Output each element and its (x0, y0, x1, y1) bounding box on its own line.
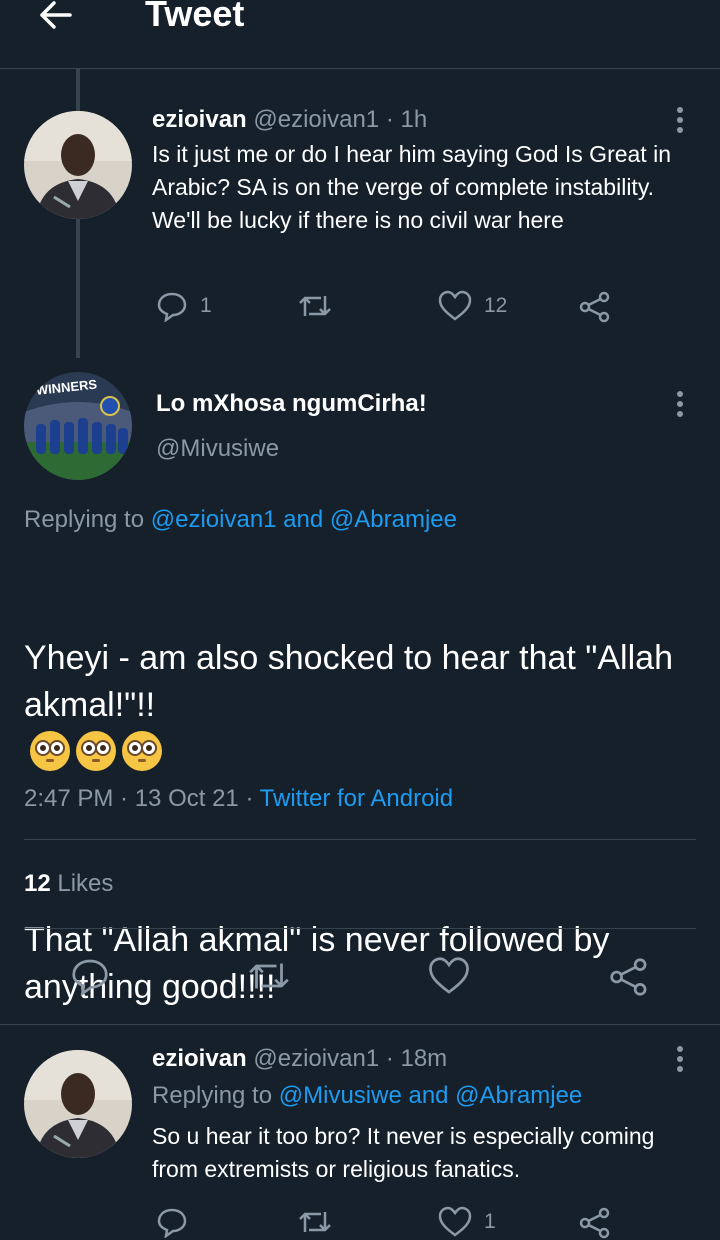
like-button[interactable]: 1 (438, 1206, 496, 1238)
thread-line (76, 218, 80, 358)
share-button[interactable] (578, 1206, 612, 1240)
tweet-text: So u hear it too bro? It never is especi… (152, 1123, 655, 1182)
display-name[interactable]: Lo mXhosa ngumCirha! (156, 388, 427, 420)
tweet-text: Is it just me or do I hear him saying Go… (152, 141, 671, 233)
share-button[interactable] (578, 290, 612, 324)
likes-stat[interactable]: 12 Likes (24, 868, 113, 900)
avatar[interactable] (24, 1050, 132, 1158)
user-handle[interactable]: @ezioivan1 (253, 1045, 379, 1072)
replying-to-links[interactable]: @ezioivan1 and @Abramjee (151, 506, 457, 533)
tweet-source[interactable]: Twitter for Android (260, 785, 453, 812)
replying-to: Replying to @ezioivan1 and @Abramjee (24, 504, 457, 536)
retweet-icon (299, 296, 331, 316)
divider (24, 928, 696, 929)
like-count: 12 (484, 294, 508, 317)
replying-to: Replying to @Mivusiwe and @Abramjee (152, 1081, 582, 1111)
retweet-icon (249, 963, 289, 989)
reply-button[interactable] (70, 956, 110, 996)
like-icon (438, 290, 472, 321)
reply-icon (72, 959, 108, 996)
flushed-face-emoji (122, 731, 162, 771)
back-arrow-icon[interactable] (36, 0, 76, 30)
page-title: Tweet (145, 0, 245, 34)
more-icon[interactable] (674, 1046, 686, 1074)
reply-count: 1 (200, 294, 212, 317)
like-count: 1 (484, 1210, 496, 1233)
more-icon[interactable] (674, 107, 686, 135)
replying-prefix: Replying to (152, 1082, 273, 1109)
reply-icon (157, 292, 187, 322)
share-icon (579, 1207, 610, 1239)
thread-line (76, 69, 80, 111)
flushed-face-emoji (76, 731, 116, 771)
tweet-header: ezioivan @ezioivan1 · 1h (152, 105, 427, 135)
tweet-text-line1: Yheyi - am also shocked to hear that "Al… (24, 639, 673, 724)
share-icon (579, 291, 610, 323)
retweet-button[interactable] (298, 290, 332, 322)
tweet-time: · 1h (385, 106, 428, 133)
avatar[interactable]: WINNERS (24, 372, 132, 480)
retweet-button[interactable] (247, 956, 291, 996)
display-name[interactable]: ezioivan (152, 106, 247, 133)
more-icon[interactable] (674, 391, 686, 419)
tweet-text-line2: That "Allah akmal" is never followed by … (24, 921, 610, 1006)
retweet-button[interactable] (298, 1206, 332, 1238)
header-bar: Tweet (0, 0, 720, 69)
display-name[interactable]: ezioivan (152, 1045, 247, 1072)
divider (24, 839, 696, 840)
reply-button[interactable] (156, 1206, 188, 1238)
tweet-meta: 2:47 PM · 13 Oct 21 · Twitter for Androi… (24, 782, 453, 816)
share-icon (610, 958, 647, 996)
tweet-time: · 18m (385, 1045, 448, 1072)
user-handle[interactable]: @ezioivan1 (253, 106, 379, 133)
avatar[interactable] (24, 111, 132, 219)
like-icon (429, 957, 469, 994)
share-button[interactable] (608, 956, 650, 998)
replying-to-links[interactable]: @Mivusiwe and @Abramjee (279, 1082, 583, 1109)
like-icon (438, 1206, 472, 1237)
retweet-icon (299, 1212, 331, 1232)
divider (0, 1024, 720, 1025)
tweet-header: ezioivan @ezioivan1 · 18m (152, 1044, 447, 1074)
likes-label: Likes (57, 870, 114, 897)
user-handle[interactable]: @Mivusiwe (156, 433, 279, 465)
reply-button[interactable]: 1 (156, 290, 212, 322)
likes-count: 12 (24, 870, 51, 897)
reply-icon (157, 1208, 187, 1238)
flushed-face-emoji (30, 731, 70, 771)
like-button[interactable] (428, 956, 470, 996)
tweet-timestamp: 2:47 PM · 13 Oct 21 · (24, 785, 260, 812)
like-button[interactable]: 12 (438, 290, 507, 322)
replying-prefix: Replying to (24, 506, 145, 533)
